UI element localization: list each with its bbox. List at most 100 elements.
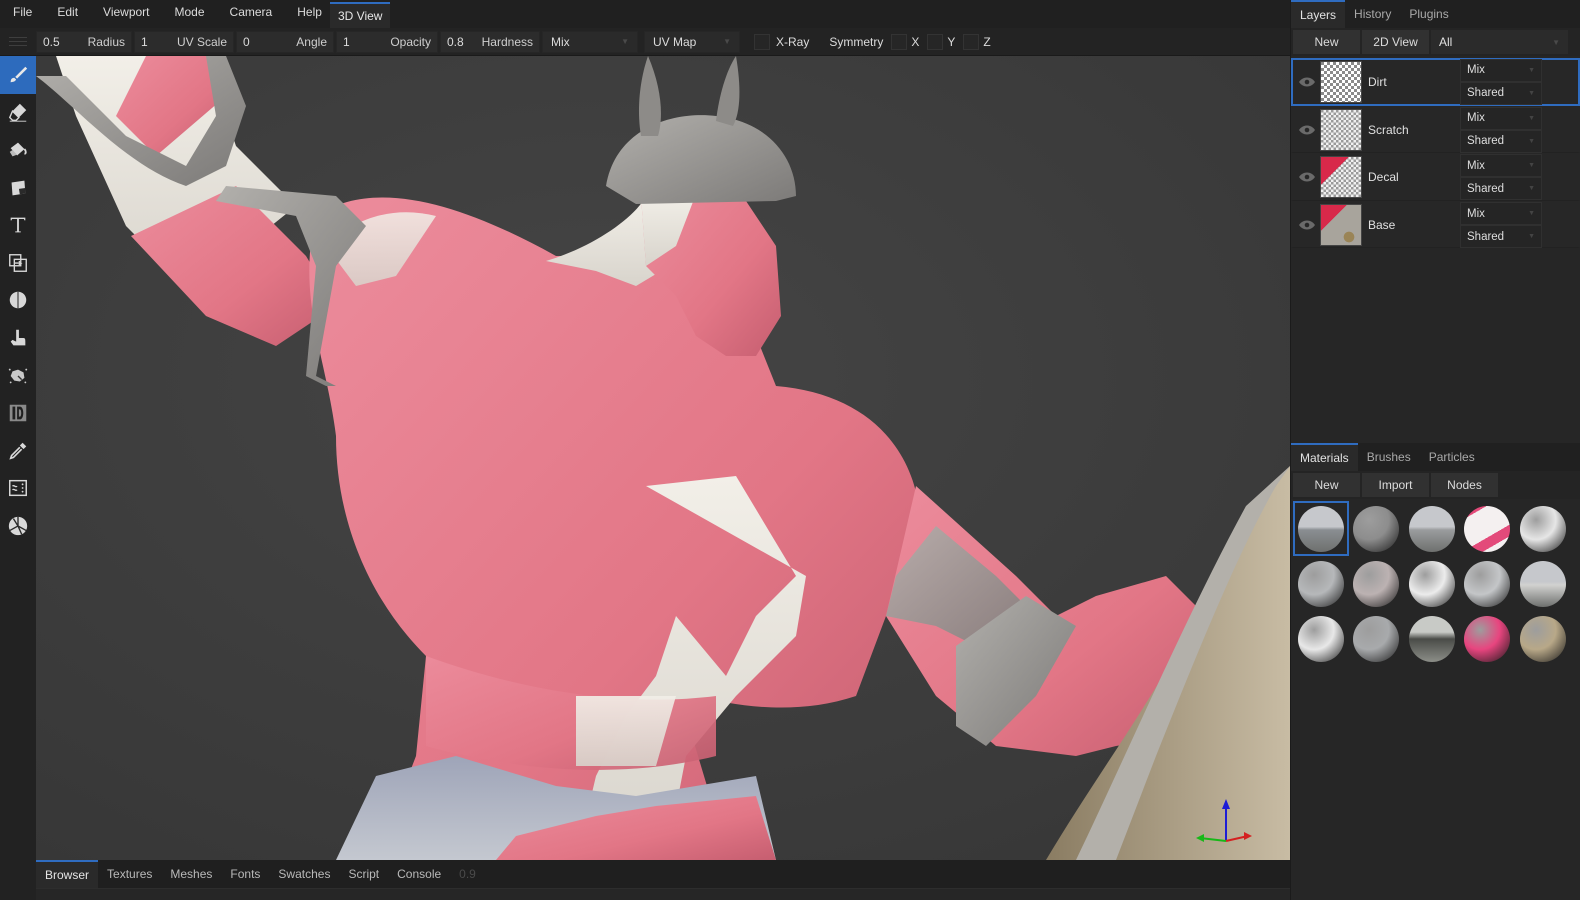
blend-mode-select[interactable]: Mix ▼ <box>542 30 638 53</box>
tab-swatches[interactable]: Swatches <box>269 860 339 888</box>
menu-help[interactable]: Help <box>284 0 322 28</box>
radius-field[interactable]: 0.5 Radius <box>36 30 132 53</box>
import-material-button[interactable]: Import <box>1362 473 1429 497</box>
bottom-panel: Browser Textures Meshes Fonts Swatches S… <box>36 860 1290 900</box>
nodes-button[interactable]: Nodes <box>1431 473 1498 497</box>
mapping-select[interactable]: UV Map ▼ <box>644 30 740 53</box>
hardness-field[interactable]: 0.8 Hardness <box>440 30 540 53</box>
material-white[interactable] <box>1404 556 1460 611</box>
symmetry-x-checkbox[interactable] <box>891 33 908 50</box>
eyedropper-icon <box>9 442 27 460</box>
material-sphere <box>1297 560 1344 607</box>
tab-history[interactable]: History <box>1345 0 1400 28</box>
layer-mask-select[interactable]: Shared ▼ <box>1460 177 1542 201</box>
layer-row[interactable]: Decal Mix ▼ Shared ▼ <box>1291 153 1580 201</box>
menu-file[interactable]: File <box>0 0 32 28</box>
tab-brushes[interactable]: Brushes <box>1358 443 1420 471</box>
tool-colorid[interactable] <box>0 394 36 432</box>
opacity-label: Opacity <box>390 34 431 49</box>
tool-bake[interactable] <box>0 507 36 545</box>
chevron-down-icon: ▼ <box>621 37 629 46</box>
viewport-render <box>36 56 1290 860</box>
eye-icon[interactable] <box>1296 220 1318 230</box>
tool-fill[interactable] <box>0 131 36 169</box>
material-env-metal[interactable] <box>1293 501 1349 556</box>
tool-brush[interactable] <box>0 56 36 94</box>
tab-plugins[interactable]: Plugins <box>1400 0 1457 28</box>
symmetry-y-checkbox[interactable] <box>927 33 944 50</box>
tab-meshes[interactable]: Meshes <box>161 860 221 888</box>
layer-name: Scratch <box>1368 122 1409 137</box>
material-chrome-light[interactable] <box>1515 556 1571 611</box>
tool-particle[interactable] <box>0 357 36 395</box>
material-glass[interactable] <box>1404 611 1460 666</box>
tool-clone[interactable] <box>0 244 36 282</box>
layer-mask-select[interactable]: Shared ▼ <box>1460 81 1542 105</box>
brush-icon <box>10 66 28 83</box>
tool-decal[interactable] <box>0 169 36 207</box>
layer-mask-select[interactable]: Shared ▼ <box>1460 129 1542 153</box>
opacity-field[interactable]: 1 Opacity <box>336 30 438 53</box>
finger-smudge-icon <box>10 329 26 346</box>
tool-text[interactable] <box>0 206 36 244</box>
eye-icon[interactable] <box>1296 172 1318 182</box>
tab-script[interactable]: Script <box>339 860 388 888</box>
layer-blend-select[interactable]: Mix ▼ <box>1460 154 1542 178</box>
eye-icon[interactable] <box>1296 125 1318 135</box>
tool-picker[interactable] <box>0 432 36 470</box>
material-light-gray[interactable] <box>1460 556 1516 611</box>
layer-row[interactable]: Dirt Mix ▼ Shared ▼ <box>1291 58 1580 106</box>
uv-scale-label: UV Scale <box>176 34 227 49</box>
material-pink-white[interactable] <box>1460 501 1516 556</box>
symmetry-z-checkbox[interactable] <box>963 33 980 50</box>
uv-scale-field[interactable]: 1 UV Scale <box>134 30 234 53</box>
tool-blur[interactable] <box>0 282 36 320</box>
material-wood[interactable] <box>1515 611 1571 666</box>
material-white-glossy[interactable] <box>1515 501 1571 556</box>
material-gray-noise[interactable] <box>1349 611 1405 666</box>
layer-row[interactable]: Base Mix ▼ Shared ▼ <box>1291 200 1580 249</box>
layer-thumbnail <box>1320 156 1362 199</box>
tab-3d-view[interactable]: 3D View <box>330 2 391 28</box>
material-white-matte[interactable] <box>1293 611 1349 666</box>
menu-edit[interactable]: Edit <box>44 0 78 28</box>
menu-camera[interactable]: Camera <box>217 0 273 28</box>
brush-toolbar: 0.5 Radius 1 UV Scale 0 Angle 1 Opacity … <box>0 28 1290 56</box>
material-sphere <box>1297 505 1344 552</box>
tab-layers[interactable]: Layers <box>1291 0 1346 28</box>
eye-icon[interactable] <box>1296 77 1318 87</box>
material-gray-glossy[interactable] <box>1293 556 1349 611</box>
tool-eraser[interactable] <box>0 94 36 132</box>
new-material-button[interactable]: New <box>1293 473 1360 497</box>
layer-blend-select[interactable]: Mix ▼ <box>1460 106 1542 130</box>
tab-particles[interactable]: Particles <box>1420 443 1484 471</box>
tool-gizmo[interactable] <box>0 470 36 508</box>
paint-bucket-icon <box>9 142 27 157</box>
material-pink[interactable] <box>1460 611 1516 666</box>
tool-smudge[interactable] <box>0 319 36 357</box>
new-layer-button[interactable]: New <box>1293 30 1360 54</box>
layer-mask-select[interactable]: Shared ▼ <box>1460 225 1542 249</box>
layer-blend-select[interactable]: Mix ▼ <box>1460 58 1542 82</box>
menu-viewport[interactable]: Viewport <box>90 0 149 28</box>
materials-toolbar: New Import Nodes <box>1291 471 1580 499</box>
tab-fonts[interactable]: Fonts <box>221 860 269 888</box>
tab-materials[interactable]: Materials <box>1291 443 1358 471</box>
tab-browser[interactable]: Browser <box>36 860 99 888</box>
3d-viewport[interactable] <box>36 56 1290 860</box>
layer-blend-select[interactable]: Mix ▼ <box>1460 202 1542 226</box>
layer-filter-select[interactable]: All ▼ <box>1431 30 1568 54</box>
tab-console[interactable]: Console <box>388 860 450 888</box>
material-env-gray[interactable] <box>1404 501 1460 556</box>
material-sphere <box>1408 505 1455 552</box>
material-rough-gray[interactable] <box>1349 501 1405 556</box>
xray-checkbox[interactable] <box>754 33 770 50</box>
toolbar-handle-icon[interactable] <box>0 28 36 56</box>
radius-value: 0.5 <box>43 34 60 49</box>
layer-row[interactable]: Scratch Mix ▼ Shared ▼ <box>1291 105 1580 154</box>
2d-view-button[interactable]: 2D View <box>1362 30 1429 54</box>
tab-textures[interactable]: Textures <box>98 860 161 888</box>
angle-field[interactable]: 0 Angle <box>236 30 334 53</box>
material-pinkish-gray[interactable] <box>1349 556 1405 611</box>
menu-mode[interactable]: Mode <box>162 0 205 28</box>
